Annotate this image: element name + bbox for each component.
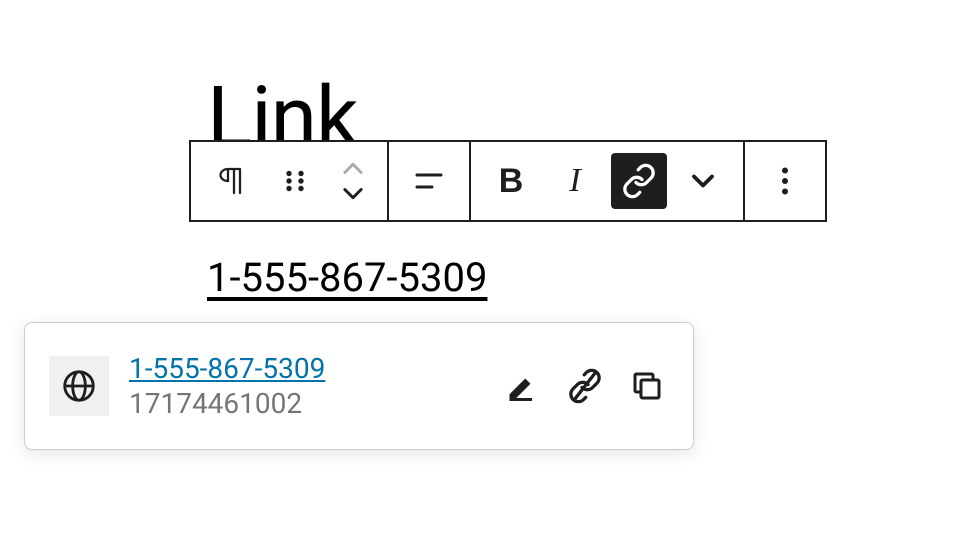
- more-options-button[interactable]: [757, 153, 813, 209]
- block-toolbar: B I: [189, 140, 827, 222]
- italic-icon: I: [569, 162, 580, 200]
- copy-icon: [629, 368, 665, 404]
- move-down-button[interactable]: [331, 181, 375, 205]
- chevron-up-icon: [339, 160, 367, 178]
- toolbar-group-block: [191, 142, 389, 220]
- unlink-button[interactable]: [563, 364, 607, 408]
- bold-icon: B: [499, 162, 524, 201]
- pencil-icon: [505, 368, 541, 404]
- paragraph-block-button[interactable]: [203, 153, 259, 209]
- toolbar-group-align: [389, 142, 471, 220]
- link-button[interactable]: [611, 153, 667, 209]
- unlink-icon: [567, 368, 603, 404]
- edit-link-button[interactable]: [501, 364, 545, 408]
- globe-icon: [60, 367, 98, 405]
- chevron-down-icon: [339, 184, 367, 202]
- align-left-icon: [411, 163, 447, 199]
- link-popover-title[interactable]: 1-555-867-5309: [129, 352, 481, 385]
- link-icon: [621, 163, 657, 199]
- link-popover-url: 17174461002: [129, 387, 481, 420]
- align-button[interactable]: [401, 153, 457, 209]
- pilcrow-icon: [213, 163, 249, 199]
- link-actions: [501, 364, 669, 408]
- bold-button[interactable]: B: [483, 153, 539, 209]
- move-up-button[interactable]: [331, 157, 375, 181]
- link-info: 1-555-867-5309 17174461002: [129, 352, 481, 420]
- italic-button[interactable]: I: [547, 153, 603, 209]
- link-popover: 1-555-867-5309 17174461002: [24, 322, 694, 450]
- copy-link-button[interactable]: [625, 364, 669, 408]
- chevron-down-icon: [685, 163, 721, 199]
- more-vertical-icon: [767, 163, 803, 199]
- drag-handle-button[interactable]: [267, 153, 323, 209]
- toolbar-group-more: [745, 142, 825, 220]
- link-preview-icon-box: [49, 356, 109, 416]
- content-link-text[interactable]: 1-555-867-5309: [207, 254, 487, 301]
- more-format-button[interactable]: [675, 153, 731, 209]
- toolbar-group-format: B I: [471, 142, 745, 220]
- move-buttons: [331, 151, 375, 211]
- drag-handle-icon: [277, 163, 313, 199]
